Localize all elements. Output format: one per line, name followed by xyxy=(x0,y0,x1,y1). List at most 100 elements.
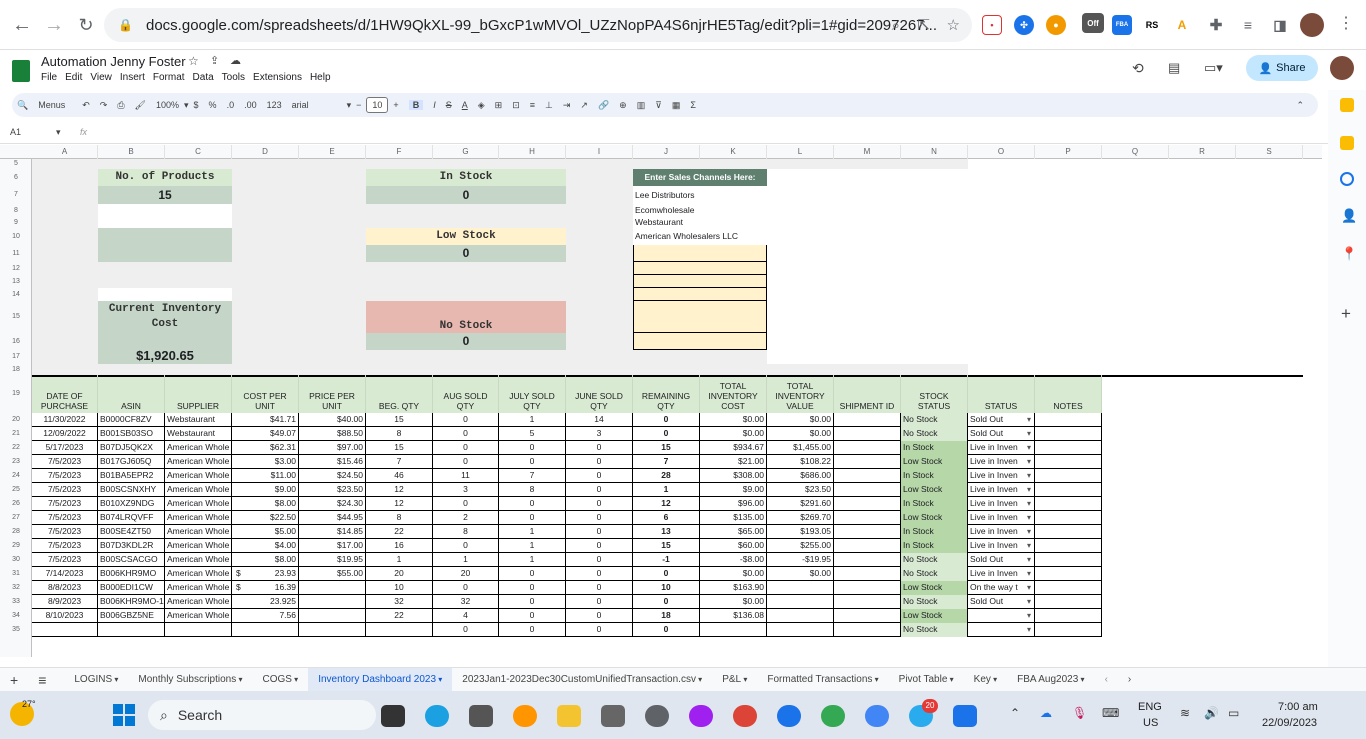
table-cell[interactable]: 8/9/2023 xyxy=(32,595,98,609)
w-app-icon[interactable] xyxy=(689,705,713,727)
tasks-icon[interactable] xyxy=(1340,172,1354,186)
table-cell[interactable]: 1 xyxy=(499,553,566,567)
table-cell[interactable]: American Whole xyxy=(165,539,232,553)
dropdown-chevron-icon[interactable]: ▾ xyxy=(1027,539,1031,552)
table-cell[interactable] xyxy=(834,525,901,539)
font-select[interactable]: arial xyxy=(292,100,342,110)
italic-icon[interactable]: I xyxy=(433,100,436,110)
table-cell[interactable]: Sold Out ▾ xyxy=(968,595,1035,609)
table-cell[interactable]: 10 xyxy=(633,581,700,595)
table-cell[interactable]: No Stock xyxy=(901,413,968,427)
extension-icon[interactable]: ✣ xyxy=(1014,15,1034,35)
table-cell[interactable]: 7/5/2023 xyxy=(32,525,98,539)
table-header-cell[interactable]: TOTAL INVENTORY VALUE xyxy=(767,375,834,413)
dropdown-chevron-icon[interactable]: ▾ xyxy=(1027,623,1031,636)
table-cell[interactable]: B006KHR9MO xyxy=(98,567,165,581)
rs-extension-icon[interactable]: RS xyxy=(1142,15,1162,35)
table-header-cell[interactable]: SHIPMENT ID xyxy=(834,375,901,413)
more-formats-button[interactable]: 123 xyxy=(267,100,282,110)
table-cell[interactable]: 0 xyxy=(499,581,566,595)
language-line1[interactable]: ENG xyxy=(1138,701,1162,713)
table-cell[interactable] xyxy=(1035,455,1102,469)
table-cell[interactable]: $23.50 xyxy=(299,483,366,497)
battery-icon[interactable]: ▭ xyxy=(1228,706,1239,720)
calculator-icon[interactable] xyxy=(469,705,493,727)
chevron-down-icon[interactable]: ▾ xyxy=(436,675,442,684)
table-cell[interactable]: $0.00 xyxy=(767,567,834,581)
table-cell[interactable]: 0 xyxy=(499,595,566,609)
table-cell[interactable]: 12 xyxy=(366,497,433,511)
table-cell[interactable]: In Stock xyxy=(901,525,968,539)
table-cell[interactable]: 22 xyxy=(366,609,433,623)
decrease-decimal-button[interactable]: .0 xyxy=(227,100,235,110)
language-line2[interactable]: US xyxy=(1143,717,1158,729)
instock-label[interactable]: In Stock xyxy=(366,169,566,186)
table-cell[interactable]: American Whole xyxy=(165,609,232,623)
align-icon[interactable]: ≡ xyxy=(530,100,535,110)
table-header-cell[interactable]: ASIN xyxy=(98,375,165,413)
table-cell[interactable]: 7/5/2023 xyxy=(32,469,98,483)
functions-icon[interactable]: Σ xyxy=(690,100,696,110)
chrome-menu-icon[interactable]: ⋮ xyxy=(1338,13,1354,33)
table-cell[interactable]: American Whole xyxy=(165,511,232,525)
table-cell[interactable]: B006KHR9MO-1 xyxy=(98,595,165,609)
table-cell[interactable] xyxy=(1035,427,1102,441)
table-cell[interactable]: $8.00 xyxy=(232,553,299,567)
chart-icon[interactable]: ▥ xyxy=(637,100,646,111)
table-cell[interactable]: 8 xyxy=(499,483,566,497)
table-cell[interactable] xyxy=(1035,623,1102,637)
table-cell[interactable]: 20 xyxy=(366,567,433,581)
cloud-icon[interactable]: ☁ xyxy=(230,54,241,67)
table-cell[interactable] xyxy=(1035,469,1102,483)
table-cell[interactable]: $55.00 xyxy=(299,567,366,581)
table-cell[interactable] xyxy=(834,497,901,511)
table-cell[interactable]: B074LRQVFF xyxy=(98,511,165,525)
table-cell[interactable]: 0 xyxy=(566,581,633,595)
table-cell[interactable]: 0 xyxy=(566,609,633,623)
table-cell[interactable]: 1 xyxy=(499,413,566,427)
table-cell[interactable] xyxy=(834,511,901,525)
products-label[interactable]: No. of Products xyxy=(98,169,232,186)
table-cell[interactable]: No Stock xyxy=(901,427,968,441)
chevron-down-icon[interactable]: ▾ xyxy=(1078,675,1085,684)
table-cell[interactable]: $14.85 xyxy=(299,525,366,539)
chevron-down-icon[interactable]: ▾ xyxy=(112,675,118,684)
share-button[interactable]: 👤 Share xyxy=(1246,55,1318,81)
table-cell[interactable]: $24.50 xyxy=(299,469,366,483)
paint-format-icon[interactable]: 🖌 xyxy=(135,100,146,111)
table-header-cell[interactable]: BEG. QTY xyxy=(366,375,433,413)
table-cell[interactable]: American Whole xyxy=(165,553,232,567)
table-cell[interactable]: $97.00 xyxy=(299,441,366,455)
table-cell[interactable]: $136.08 xyxy=(700,609,767,623)
table-cell[interactable]: American Whole xyxy=(165,441,232,455)
bold-icon[interactable]: B xyxy=(408,100,424,110)
percent-button[interactable]: % xyxy=(209,100,217,110)
calendar-icon[interactable] xyxy=(1340,98,1354,112)
table-header-cell[interactable]: REMAINING QTY xyxy=(633,375,700,413)
extension-icon[interactable]: • xyxy=(982,15,1002,35)
table-cell[interactable] xyxy=(299,581,366,595)
table-cell[interactable]: No Stock xyxy=(901,567,968,581)
table-cell[interactable]: B07DJ5QK2X xyxy=(98,441,165,455)
table-cell[interactable]: Low Stock xyxy=(901,455,968,469)
chevron-down-icon[interactable]: ▾ xyxy=(872,675,879,684)
table-cell[interactable] xyxy=(767,581,834,595)
table-cell[interactable]: $49.07 xyxy=(232,427,299,441)
chevron-down-icon[interactable]: ▾ xyxy=(991,675,997,684)
table-cell[interactable]: 15 xyxy=(633,441,700,455)
menu-edit[interactable]: Edit xyxy=(65,72,82,83)
table-cell[interactable]: $88.50 xyxy=(299,427,366,441)
table-cell[interactable]: 0 xyxy=(433,623,499,637)
browser-app-icon[interactable] xyxy=(513,705,537,727)
sheet-tab[interactable]: LOGINS ▾ xyxy=(64,668,128,692)
table-cell[interactable]: 7/5/2023 xyxy=(32,455,98,469)
all-sheets-icon[interactable]: ≡ xyxy=(28,668,56,692)
menu-extensions[interactable]: Extensions xyxy=(253,72,302,83)
tabs-scroll-right-icon[interactable]: › xyxy=(1118,668,1141,692)
table-cell[interactable] xyxy=(299,595,366,609)
table-cell[interactable]: 0 xyxy=(633,567,700,581)
table-cell[interactable]: $22.50 xyxy=(232,511,299,525)
table-cell[interactable]: $255.00 xyxy=(767,539,834,553)
table-cell[interactable]: 11 xyxy=(433,469,499,483)
table-cell[interactable]: $24.30 xyxy=(299,497,366,511)
